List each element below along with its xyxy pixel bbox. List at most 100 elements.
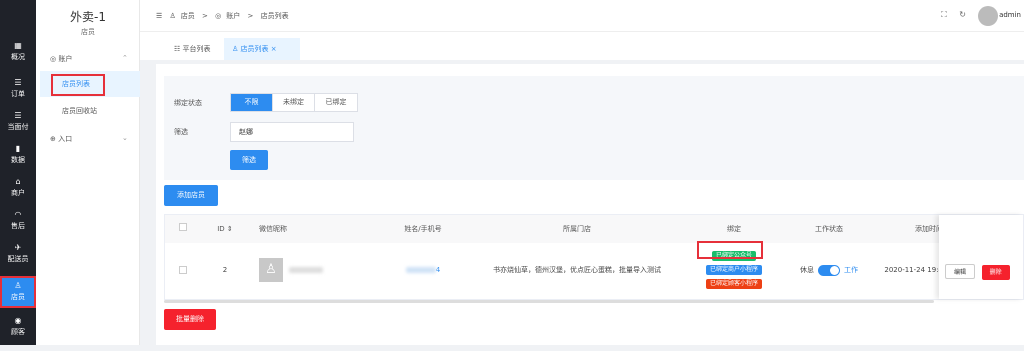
row-name-phone: 4 bbox=[377, 243, 469, 297]
column-label: ID bbox=[217, 225, 225, 233]
row-select-cell bbox=[165, 243, 201, 297]
col-binding: 绑定 bbox=[685, 215, 783, 243]
breadcrumb-item: 店员列表 bbox=[260, 12, 289, 20]
row-added-time: 2020-11-24 19:4 bbox=[884, 266, 943, 274]
tab-label: 店员列表 bbox=[240, 45, 269, 53]
delete-button[interactable]: 删除 bbox=[981, 265, 1010, 280]
select-all-checkbox[interactable] bbox=[179, 223, 187, 231]
customer-icon: ◉ bbox=[14, 316, 22, 325]
menu-group-label: 账户 bbox=[58, 55, 73, 63]
bar-chart-icon: ▮ bbox=[15, 144, 21, 153]
option-bound[interactable]: 已绑定 bbox=[315, 94, 357, 111]
batch-delete-button[interactable]: 批量删除 bbox=[164, 309, 216, 330]
tag-bound-merchant-miniapp: 已绑定商户小程序 bbox=[705, 265, 762, 275]
bind-status-label: 绑定状态 bbox=[174, 99, 202, 107]
menu-group-entry[interactable]: ⊕ 入口 ⌄ bbox=[50, 134, 128, 144]
close-icon[interactable]: × bbox=[271, 45, 277, 53]
breadcrumb-separator: > bbox=[202, 12, 208, 20]
user-icon: ♙ bbox=[169, 12, 176, 20]
delivery-icon: ✈ bbox=[14, 243, 22, 252]
row-actions: 编辑 删除 bbox=[945, 264, 1010, 280]
nav-item-courier[interactable]: ✈ 配送员 bbox=[0, 238, 36, 278]
row-checkbox[interactable] bbox=[179, 266, 187, 274]
nav-label: 店员 bbox=[11, 293, 25, 301]
tag-bound-customer-miniapp: 已绑定顾客小程序 bbox=[705, 279, 762, 289]
col-store: 所属门店 bbox=[469, 215, 685, 243]
row-id: 2 bbox=[222, 266, 228, 274]
header-tools: ⛶ ↻ bbox=[931, 10, 966, 20]
secondary-sidebar: 外卖-1 店员 ◎ 账户 ⌃ 店员列表 店员回收站 ⊕ 入口 ⌄ bbox=[36, 0, 140, 345]
breadcrumb: ☰ ♙ 店员 > ◎ 账户 > 店员列表 bbox=[156, 11, 294, 21]
list-icon: ☷ bbox=[174, 45, 183, 53]
breadcrumb-separator: > bbox=[247, 12, 254, 20]
menu-group-account[interactable]: ◎ 账户 ⌃ bbox=[50, 54, 128, 64]
menu-group-label: 入口 bbox=[58, 135, 73, 143]
row-nickname: ♙ bbox=[249, 243, 377, 297]
phone-tail: 4 bbox=[435, 266, 441, 274]
highlight-box bbox=[697, 241, 763, 259]
blurred-phone bbox=[405, 267, 436, 273]
row-store: 书亦烧仙草，德州汉堡，优点匠心蛋糕，批量导入测试 bbox=[493, 266, 661, 274]
order-list-icon: ☰ bbox=[14, 78, 22, 87]
row-work-status: 休息 工作 bbox=[783, 243, 875, 297]
staff-table: ID ⇕ 微信昵称 姓名/手机号 所属门店 绑定 工作状态 添加时间 操作 2 … bbox=[164, 214, 1024, 300]
headset-icon: ◠ bbox=[14, 210, 22, 219]
add-staff-button[interactable]: 添加店员 bbox=[164, 185, 218, 206]
status-off-label: 休息 bbox=[800, 266, 814, 274]
nav-item-staff[interactable]: ♙ 店员 bbox=[0, 276, 36, 308]
avatar[interactable] bbox=[978, 6, 998, 26]
work-status-toggle[interactable] bbox=[818, 264, 840, 276]
search-input[interactable]: 赵娜 bbox=[230, 122, 354, 142]
nav-label: 售后 bbox=[11, 222, 25, 230]
col-nickname: 微信昵称 bbox=[249, 215, 377, 243]
filter-panel: 绑定状态 不限 未绑定 已绑定 筛选 赵娜 筛选 bbox=[164, 76, 1024, 180]
highlight-box bbox=[51, 74, 105, 96]
menu-toggle-icon[interactable]: ☰ bbox=[156, 12, 162, 20]
nav-label: 商户 bbox=[11, 189, 25, 197]
store-title: 外卖-1 bbox=[70, 10, 106, 24]
actions-fixed-column: 编辑 删除 bbox=[939, 215, 1023, 299]
breadcrumb-item[interactable]: 店员 bbox=[181, 12, 195, 20]
col-id[interactable]: ID ⇕ bbox=[201, 215, 249, 243]
edit-button[interactable]: 编辑 bbox=[945, 264, 976, 279]
status-on-label: 工作 bbox=[844, 266, 858, 274]
user-icon: ♙ bbox=[14, 281, 22, 290]
tab-platform-list[interactable]: ☷ 平台列表 bbox=[166, 38, 219, 60]
store-icon: ⌂ bbox=[15, 177, 21, 186]
tab-label: 平台列表 bbox=[182, 45, 211, 53]
menu-item-recycle-bin[interactable]: 店员回收站 bbox=[40, 98, 140, 124]
nav-label: 数据 bbox=[11, 156, 25, 164]
nav-item-overview[interactable]: ▦ 概况 bbox=[0, 36, 36, 76]
breadcrumb-item[interactable]: 账户 bbox=[226, 12, 240, 20]
col-name-phone: 姓名/手机号 bbox=[377, 215, 469, 243]
main-content: 绑定状态 不限 未绑定 已绑定 筛选 赵娜 筛选 添加店员 ID ⇕ 微信昵称 … bbox=[156, 64, 1024, 345]
username[interactable]: admin bbox=[999, 11, 1021, 19]
main-nav-rail: ▦ 概况 ☰ 订单 ☰ 当面付 ▮ 数据 ⌂ 商户 ◠ 售后 ✈ 配送员 ♙ 店员 ◉ 顾客 bbox=[0, 0, 36, 345]
tab-staff-list[interactable]: ♙ 店员列表 × bbox=[224, 38, 300, 60]
plus-circle-icon: ⊕ bbox=[50, 135, 59, 143]
fullscreen-icon[interactable]: ⛶ bbox=[941, 10, 947, 19]
refresh-icon[interactable]: ↻ bbox=[959, 10, 966, 19]
user-circle-icon: ◎ bbox=[215, 12, 222, 20]
search-button[interactable]: 筛选 bbox=[230, 150, 268, 170]
sort-icon[interactable]: ⇕ bbox=[227, 225, 233, 233]
chevron-up-icon: ⌃ bbox=[122, 54, 128, 62]
option-any[interactable]: 不限 bbox=[231, 94, 273, 111]
top-header: ☰ ♙ 店员 > ◎ 账户 > 店员列表 ⛶ ↻ admin bbox=[140, 0, 1024, 32]
tabs-bar: ☷ 平台列表 ♙ 店员列表 × bbox=[140, 32, 1024, 60]
nav-label: 顾客 bbox=[11, 328, 25, 336]
avatar-placeholder-icon: ♙ bbox=[259, 258, 283, 282]
table-scrollbar[interactable] bbox=[164, 300, 934, 303]
user-icon: ♙ bbox=[232, 45, 241, 53]
col-added-time: 添加时间 bbox=[875, 215, 943, 243]
nav-label: 配送员 bbox=[7, 255, 29, 263]
blurred-nickname bbox=[289, 267, 323, 273]
dashboard-icon: ▦ bbox=[14, 41, 22, 50]
pay-icon: ☰ bbox=[14, 111, 22, 120]
nav-label: 概况 bbox=[11, 53, 25, 61]
col-work-status: 工作状态 bbox=[783, 215, 875, 243]
option-unbound[interactable]: 未绑定 bbox=[273, 94, 315, 111]
search-label: 筛选 bbox=[174, 128, 188, 136]
nav-label: 当面付 bbox=[7, 123, 29, 131]
nav-item-customer[interactable]: ◉ 顾客 bbox=[0, 311, 36, 351]
